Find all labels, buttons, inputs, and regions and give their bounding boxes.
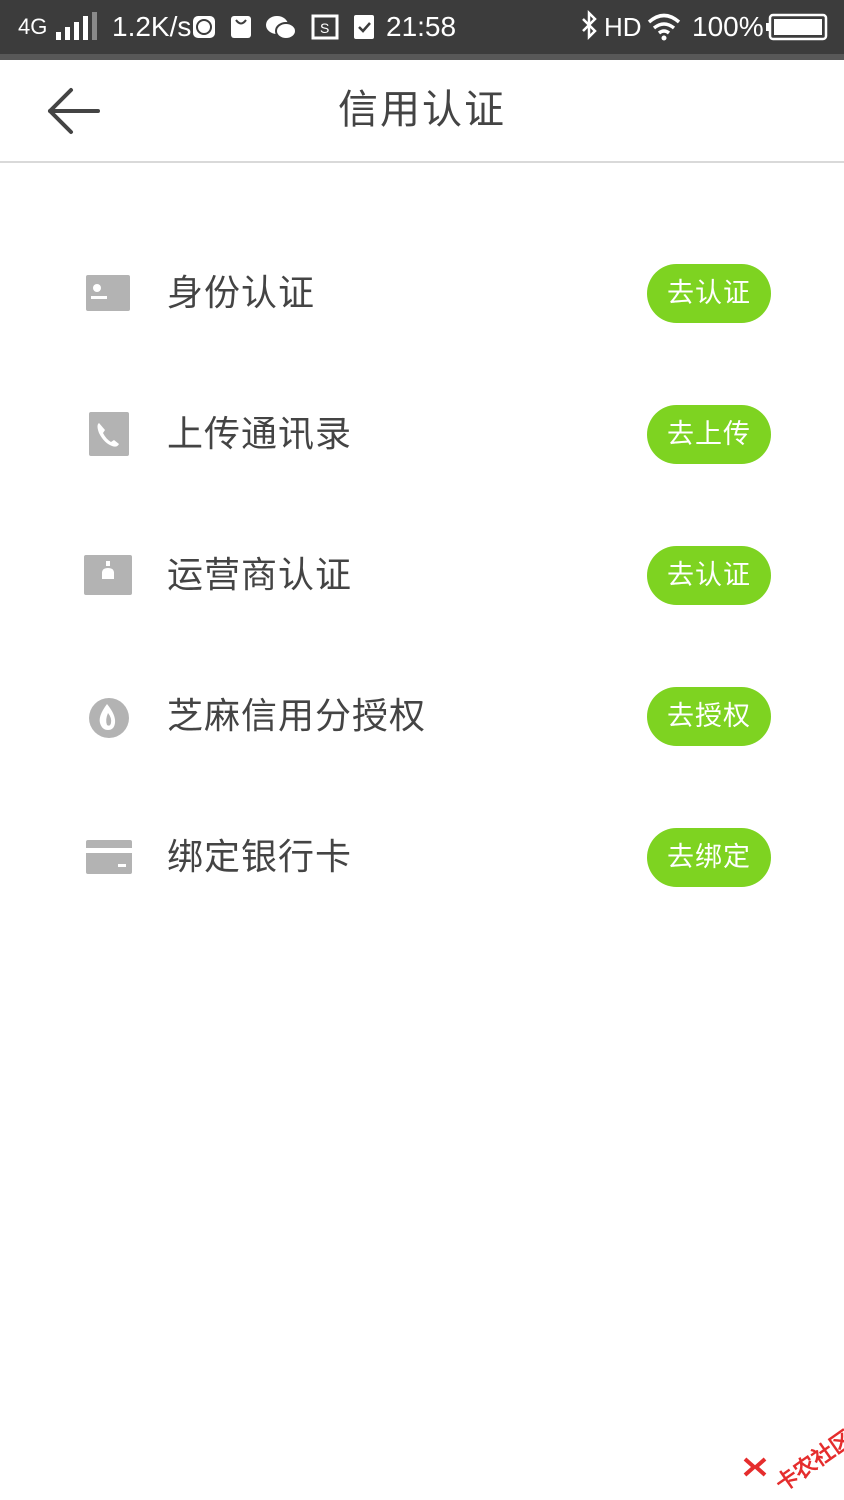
page-title: 信用认证 xyxy=(338,87,506,133)
list-item-bank-card: 绑定银行卡 去绑定 xyxy=(0,787,844,928)
battery-icon xyxy=(766,13,828,41)
screenshot-icon: S xyxy=(311,14,339,40)
battery-percent: 100% xyxy=(692,11,764,42)
watermark-text: 卡农社区 xyxy=(771,1426,844,1498)
bind-bank-card-button[interactable]: 去绑定 xyxy=(647,828,771,887)
browser-icon xyxy=(193,16,215,38)
watermark: 卡农社区 xyxy=(738,1404,844,1497)
list-item-label: 芝麻信用分授权 xyxy=(167,696,427,737)
upload-contacts-button[interactable]: 去上传 xyxy=(647,405,771,464)
verify-carrier-button[interactable]: 去认证 xyxy=(647,546,771,605)
svg-text:S: S xyxy=(320,20,329,36)
list-item-identity: 身份认证 去认证 xyxy=(0,223,844,364)
status-bar: 4G 1.2K/s S 21:58 HD 100% xyxy=(0,0,844,54)
bank-card-icon xyxy=(86,840,132,874)
list-item-carrier: 运营商认证 去认证 xyxy=(0,505,844,646)
network-speed: 1.2K/s xyxy=(112,11,192,42)
list-item-sesame-credit: 芝麻信用分授权 去授权 xyxy=(0,646,844,787)
clock: 21:58 xyxy=(386,11,457,42)
app-header: 信用认证 xyxy=(0,60,844,163)
authorize-sesame-button[interactable]: 去授权 xyxy=(647,687,771,746)
sesame-drop-icon xyxy=(89,698,129,738)
shopping-bag-icon xyxy=(231,16,251,38)
wechat-icon xyxy=(266,16,297,40)
clipboard-check-icon xyxy=(354,15,374,39)
list-item-label: 上传通讯录 xyxy=(167,414,353,455)
list-item-label: 绑定银行卡 xyxy=(167,837,353,878)
id-card-icon xyxy=(86,275,130,311)
list-item-label: 身份认证 xyxy=(167,273,316,314)
carrier-icon xyxy=(84,555,132,595)
credit-verification-list: 身份认证 去认证 上传通讯录 去上传 运营商认证 去认证 芝麻信用分授权 去授权 xyxy=(0,223,844,928)
verify-identity-button[interactable]: 去认证 xyxy=(647,264,771,323)
hd-indicator: HD xyxy=(604,12,642,42)
kanong-logo-icon xyxy=(743,1457,767,1477)
signal-strength-icon xyxy=(56,12,97,40)
wifi-icon xyxy=(647,13,681,41)
list-item-contacts: 上传通讯录 去上传 xyxy=(0,364,844,505)
list-item-label: 运营商认证 xyxy=(167,555,353,596)
network-type: 4G xyxy=(18,14,48,39)
bluetooth-icon xyxy=(582,9,597,41)
phone-book-icon xyxy=(89,412,129,456)
